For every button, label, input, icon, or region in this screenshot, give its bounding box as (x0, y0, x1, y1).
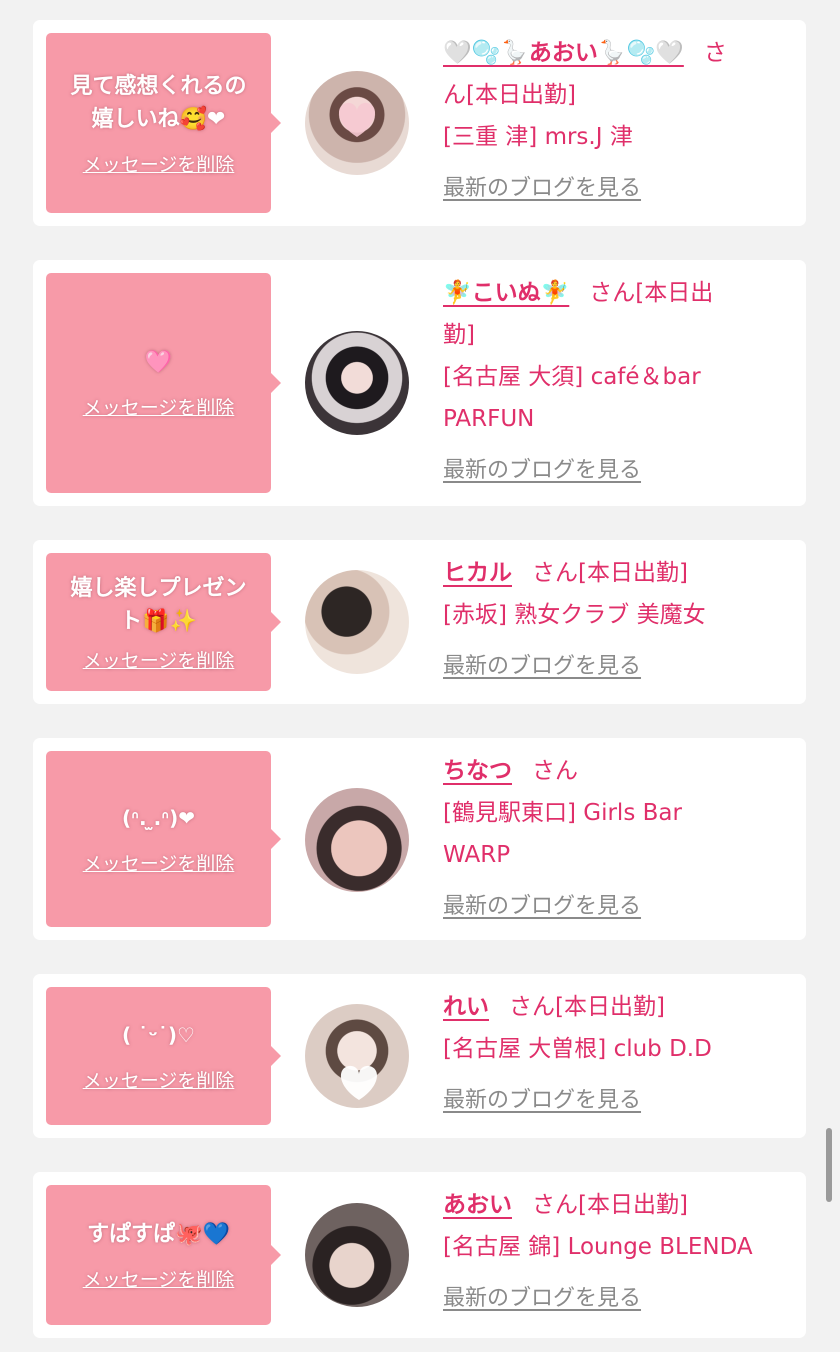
profile-info: あおい さん[本日出勤] [名古屋 錦] Lounge BLENDA 最新のブログ… (443, 1184, 793, 1312)
user-status: さん[本日出勤] (532, 1192, 688, 1218)
avatar[interactable] (305, 1004, 409, 1108)
list-item: ( ˙ᵕ˙)♡ メッセージを削除 れい さん[本日出勤] [名古屋 大曽根] cl… (33, 974, 806, 1138)
latest-blog-link[interactable]: 最新のブログを見る (443, 1082, 641, 1114)
profile-info: 🧚こいぬ🧚 さん[本日出 勤] [名古屋 大須] café＆bar PARFUN … (443, 272, 793, 484)
shop-name-cont: PARFUN (443, 406, 535, 432)
avatar[interactable] (305, 331, 409, 435)
message-bubble: (ᐢ. ̫.ᐢ)❤ メッセージを削除 (46, 751, 281, 927)
user-status: さん[本日出 (589, 280, 714, 306)
heart-sticker-icon (338, 102, 376, 137)
shop-name: [赤坂] 熟女クラブ 美魔女 (443, 602, 706, 628)
delete-message-link[interactable]: メッセージを削除 (83, 1066, 235, 1093)
delete-message-link[interactable]: メッセージを削除 (83, 150, 235, 177)
shop-name: [三重 津] mrs.J 津 (443, 124, 633, 150)
message-bubble: 嬉し楽しプレゼン ト🎁✨ メッセージを削除 (46, 553, 281, 691)
avatar[interactable] (305, 1203, 409, 1307)
user-name-link[interactable]: れい (443, 994, 489, 1020)
profile-info: ヒカル さん[本日出勤] [赤坂] 熟女クラブ 美魔女 最新のブログを見る (443, 552, 793, 680)
list-item: 🩷 メッセージを削除 🧚こいぬ🧚 さん[本日出 勤] [名古屋 大須] café＆… (33, 260, 806, 506)
message-text: (ᐢ. ̫.ᐢ)❤ (122, 806, 195, 830)
avatar[interactable] (305, 570, 409, 674)
user-name-link[interactable]: ヒカル (443, 560, 512, 586)
user-status: さ (703, 40, 727, 66)
avatar[interactable] (305, 788, 409, 892)
user-status-cont: ん[本日出勤] (443, 82, 576, 108)
shop-name: [名古屋 大須] café＆bar (443, 364, 701, 390)
user-status: さん[本日出勤] (509, 994, 665, 1020)
profile-info: ちなつ さん [鶴見駅東口] Girls Bar WARP 最新のブログを見る (443, 750, 793, 920)
latest-blog-link[interactable]: 最新のブログを見る (443, 1280, 641, 1312)
list-item: すぱすぱ🐙💙 メッセージを削除 あおい さん[本日出勤] [名古屋 錦] Loun… (33, 1172, 806, 1338)
message-bubble: すぱすぱ🐙💙 メッセージを削除 (46, 1185, 281, 1325)
user-status-cont: 勤] (443, 322, 475, 348)
profile-info: 🤍🫧🪿あおい🪿🫧🤍 さ ん[本日出勤] [三重 津] mrs.J 津 最新のブログ… (443, 32, 793, 202)
profile-info: れい さん[本日出勤] [名古屋 大曽根] club D.D 最新のブログを見る (443, 986, 793, 1114)
message-bubble: 見て感想くれるの 嬉しいね🥰❤ メッセージを削除 (46, 33, 281, 213)
user-name-link[interactable]: 🤍🫧🪿あおい🪿🫧🤍 (443, 40, 684, 66)
latest-blog-link[interactable]: 最新のブログを見る (443, 452, 641, 484)
shop-name-cont: WARP (443, 842, 511, 868)
user-status: さん (532, 758, 578, 784)
shop-name: [名古屋 大曽根] club D.D (443, 1036, 712, 1062)
heart-sticker-icon (340, 1065, 378, 1100)
avatar[interactable] (305, 71, 409, 175)
latest-blog-link[interactable]: 最新のブログを見る (443, 888, 641, 920)
delete-message-link[interactable]: メッセージを削除 (83, 646, 235, 673)
message-text: 嬉し楽しプレゼン ト🎁✨ (70, 575, 247, 634)
message-text: ( ˙ᵕ˙)♡ (122, 1023, 195, 1047)
scrollbar[interactable] (826, 1128, 832, 1202)
list-item: 嬉し楽しプレゼン ト🎁✨ メッセージを削除 ヒカル さん[本日出勤] [赤坂] 熟… (33, 540, 806, 704)
delete-message-link[interactable]: メッセージを削除 (83, 849, 235, 876)
delete-message-link[interactable]: メッセージを削除 (83, 393, 235, 420)
shop-name: [名古屋 錦] Lounge BLENDA (443, 1234, 753, 1260)
message-bubble: 🩷 メッセージを削除 (46, 273, 281, 493)
user-name-link[interactable]: 🧚こいぬ🧚 (443, 280, 569, 306)
message-text: すぱすぱ🐙💙 (87, 1222, 230, 1247)
user-status: さん[本日出勤] (532, 560, 688, 586)
list-item: 見て感想くれるの 嬉しいね🥰❤ メッセージを削除 🤍🫧🪿あおい🪿🫧🤍 さ ん[本日… (33, 20, 806, 226)
user-name-link[interactable]: ちなつ (443, 758, 512, 784)
message-text: 見て感想くれるの 嬉しいね🥰❤ (70, 73, 247, 132)
list-item: (ᐢ. ̫.ᐢ)❤ メッセージを削除 ちなつ さん [鶴見駅東口] Girls B… (33, 738, 806, 940)
shop-name: [鶴見駅東口] Girls Bar (443, 800, 682, 826)
delete-message-link[interactable]: メッセージを削除 (83, 1265, 235, 1292)
user-name-link[interactable]: あおい (443, 1192, 512, 1218)
latest-blog-link[interactable]: 最新のブログを見る (443, 648, 641, 680)
latest-blog-link[interactable]: 最新のブログを見る (443, 170, 641, 202)
message-bubble: ( ˙ᵕ˙)♡ メッセージを削除 (46, 987, 281, 1125)
message-text: 🩷 (144, 350, 173, 375)
